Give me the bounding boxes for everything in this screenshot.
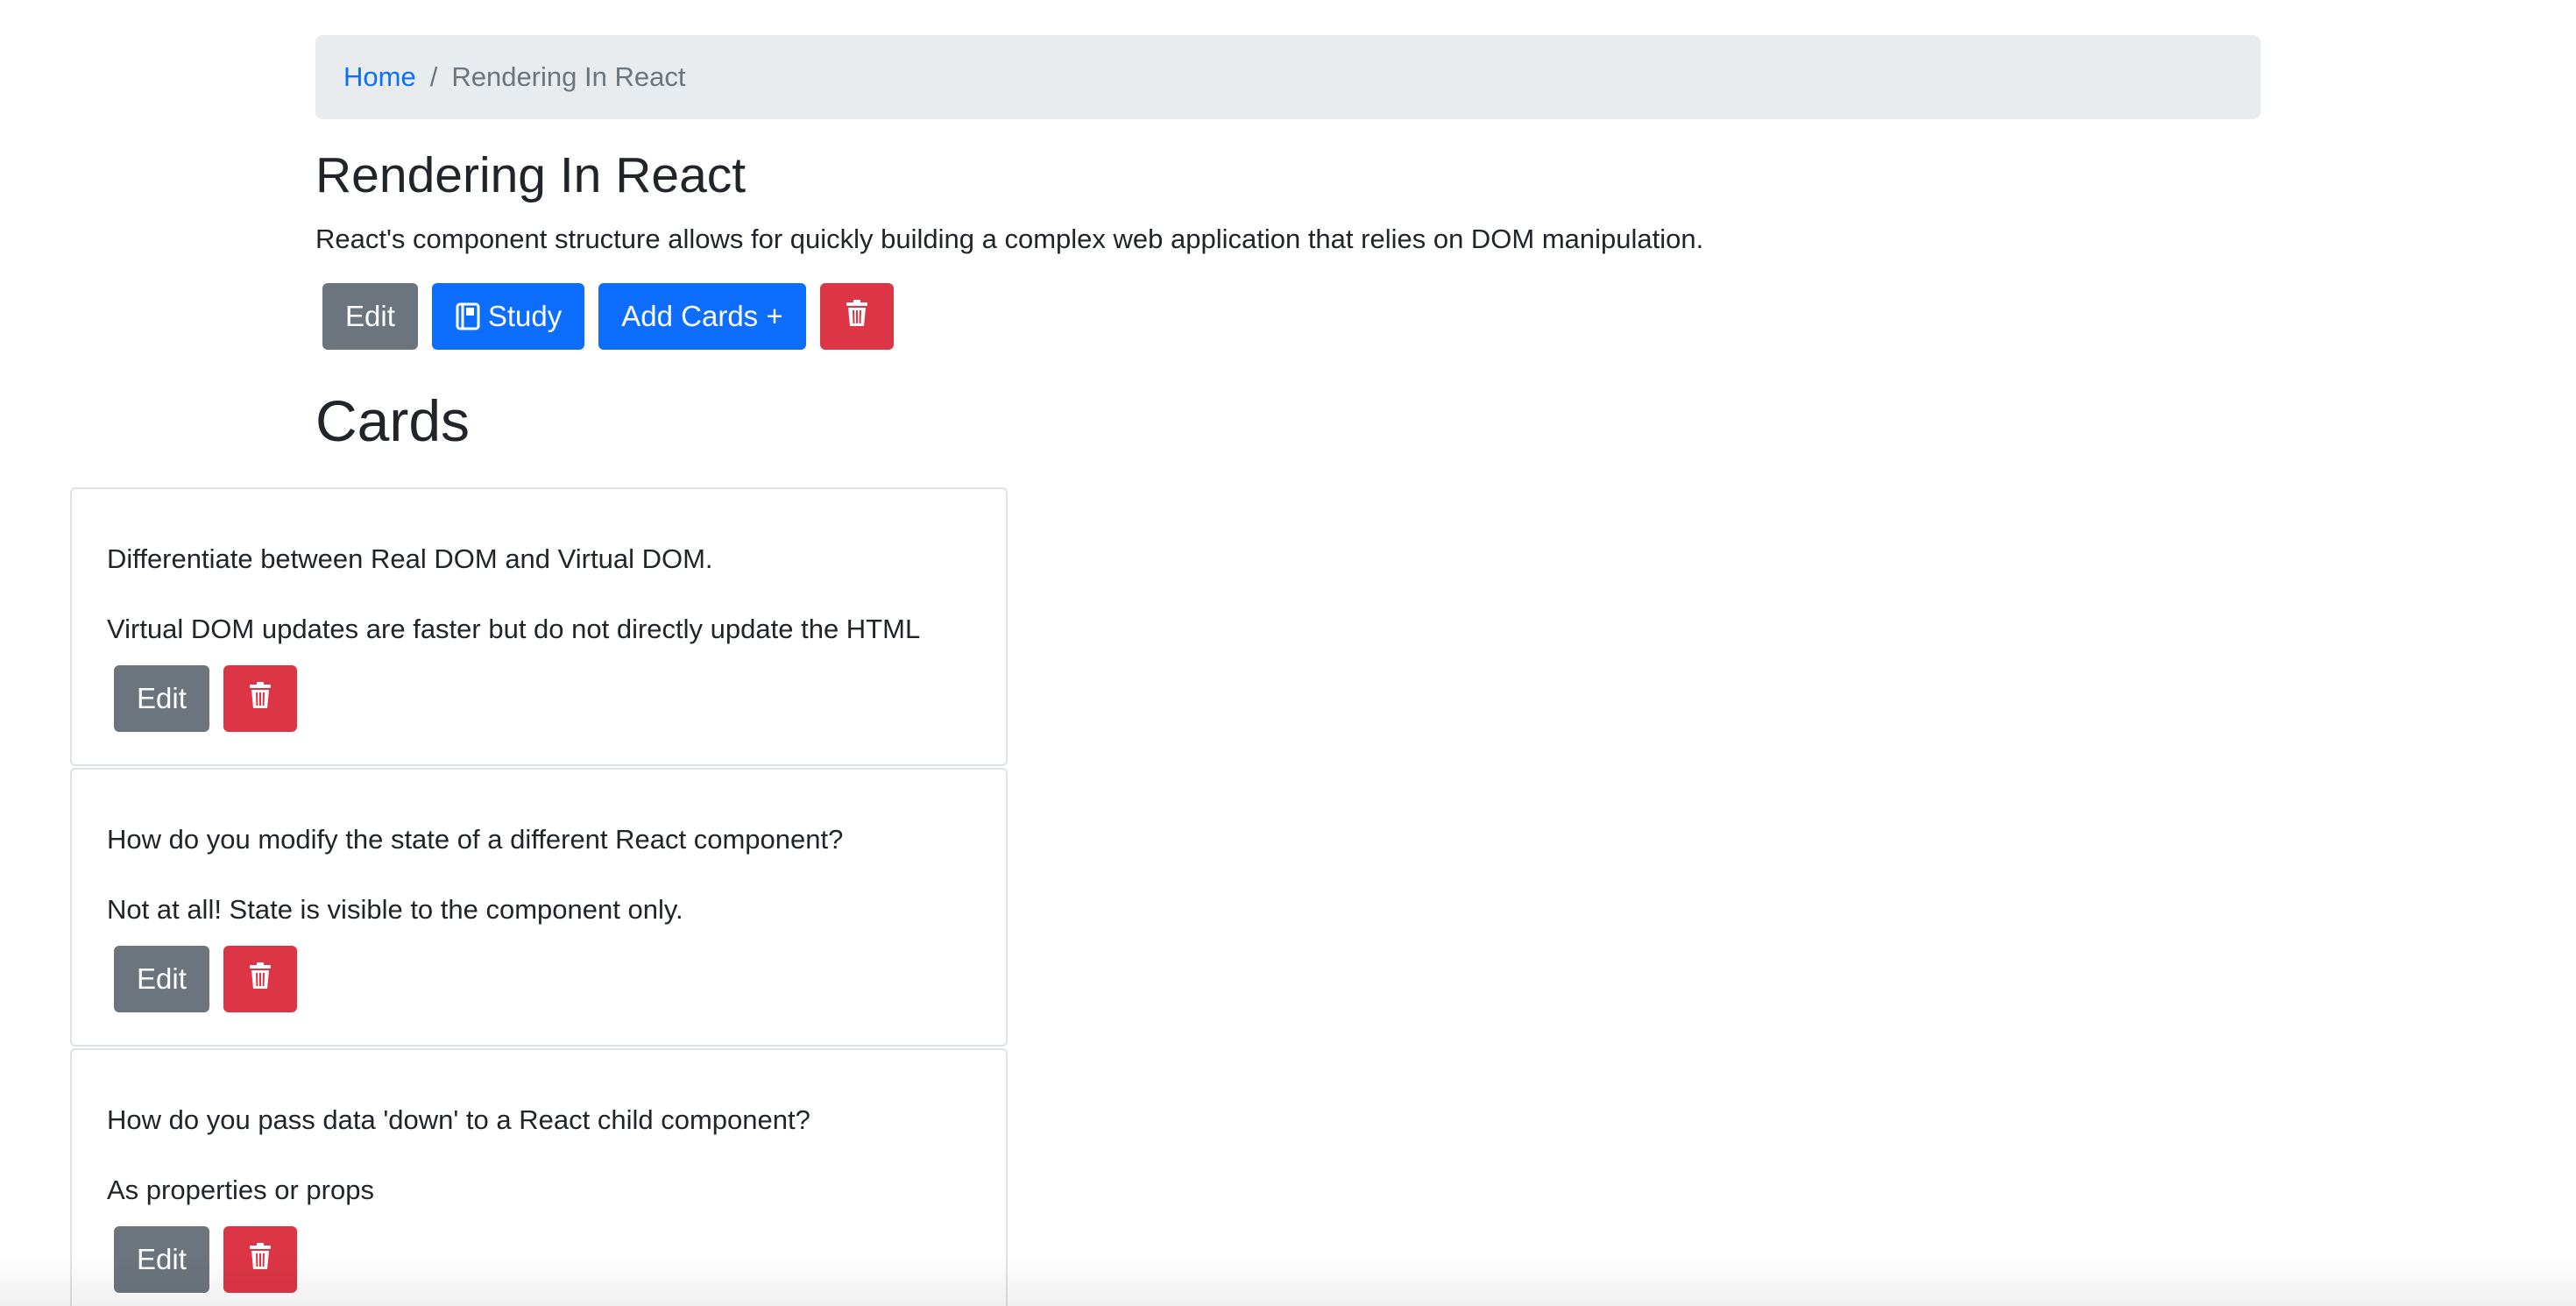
card-front: How do you modify the state of a differe… — [107, 824, 844, 855]
edit-card-button[interactable]: Edit — [114, 664, 209, 732]
add-cards-button[interactable]: Add Cards + — [598, 282, 806, 350]
card-item: How do you pass data 'down' to a React c… — [70, 1048, 1008, 1306]
deck-description: React's component structure allows for q… — [315, 224, 1704, 255]
add-cards-label: Add Cards + — [621, 299, 783, 332]
deck-actions: Edit Study Add Cards + — [322, 282, 2261, 350]
breadcrumb-home-link[interactable]: Home — [343, 61, 416, 93]
edit-card-button[interactable]: Edit — [114, 945, 209, 1012]
edit-deck-button[interactable]: Edit — [322, 282, 418, 350]
study-label: Study — [487, 299, 563, 332]
card-front: How do you pass data 'down' to a React c… — [107, 1104, 810, 1135]
card-item: How do you modify the state of a differe… — [70, 768, 1008, 1047]
delete-card-button[interactable] — [223, 945, 297, 1012]
trash-icon — [249, 1242, 271, 1276]
card-actions: Edit — [114, 945, 971, 1012]
trash-icon — [249, 962, 271, 996]
card-back: As properties or props — [107, 1175, 374, 1206]
delete-deck-button[interactable] — [819, 282, 894, 350]
edit-card-label: Edit — [137, 962, 187, 995]
card-back: Virtual DOM updates are faster but do no… — [107, 614, 921, 645]
breadcrumb: Home / Rendering In React — [315, 35, 2261, 119]
card-front: Differentiate between Real DOM and Virtu… — [107, 543, 713, 574]
card-item: Differentiate between Real DOM and Virtu… — [70, 487, 1008, 766]
trash-icon — [846, 299, 867, 333]
study-button[interactable]: Study — [431, 282, 585, 350]
edit-card-label: Edit — [137, 681, 187, 714]
page-container: Home / Rendering In React Rendering In R… — [315, 35, 2261, 456]
card-actions: Edit — [114, 1225, 971, 1293]
delete-card-button[interactable] — [223, 664, 297, 732]
card-list: Differentiate between Real DOM and Virtu… — [70, 487, 1008, 1306]
cards-heading: Cards — [315, 387, 471, 453]
card-actions: Edit — [114, 664, 971, 732]
edit-card-label: Edit — [137, 1242, 187, 1275]
trash-icon — [249, 681, 271, 715]
edit-card-button[interactable]: Edit — [114, 1225, 209, 1293]
breadcrumb-current: Rendering In React — [451, 61, 686, 92]
book-icon — [455, 302, 481, 330]
edit-deck-label: Edit — [345, 299, 395, 332]
deck-title: Rendering In React — [315, 147, 747, 203]
card-back: Not at all! State is visible to the comp… — [107, 894, 683, 926]
delete-card-button[interactable] — [223, 1225, 297, 1293]
breadcrumb-separator: / — [429, 61, 438, 92]
